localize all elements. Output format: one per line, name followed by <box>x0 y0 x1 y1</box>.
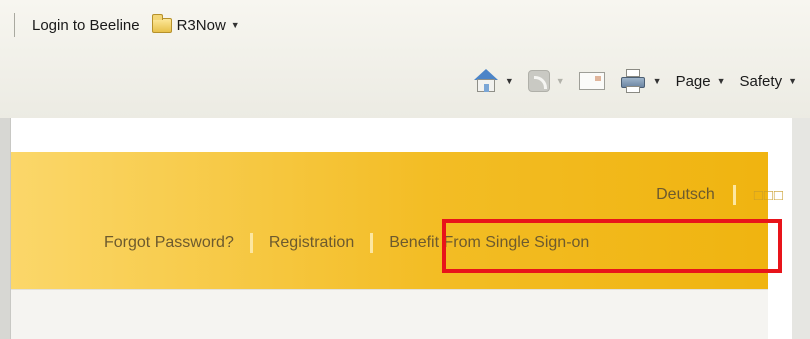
divider <box>732 185 736 205</box>
language-switcher: Deutsch □□□ <box>656 185 784 205</box>
favorite-label: Login to Beeline <box>32 16 140 34</box>
page-menu-label: Page <box>675 72 711 90</box>
print-button[interactable]: ▼ <box>612 66 669 96</box>
language-link-deutsch[interactable]: Deutsch <box>656 186 715 204</box>
favorites-separator <box>14 13 18 37</box>
printer-icon <box>619 69 647 93</box>
content-area <box>11 289 768 339</box>
home-button[interactable]: ▼ <box>466 66 521 96</box>
read-mail-button[interactable] <box>572 66 612 96</box>
highlight-box <box>442 219 782 273</box>
favorite-login-to-beeline[interactable]: Login to Beeline <box>26 12 146 38</box>
rss-feed-icon <box>527 70 550 92</box>
favorites-bar: Login to Beeline R3Now ▼ <box>0 0 810 50</box>
chevron-down-icon[interactable]: ▼ <box>505 76 514 86</box>
forgot-password-link[interactable]: Forgot Password? <box>104 234 234 252</box>
browser-chrome: Login to Beeline R3Now ▼ ▼ ▼ ▼ Page ▼ Sa… <box>0 0 810 118</box>
page-top-area <box>11 118 793 152</box>
language-link-alternate[interactable]: □□□ <box>754 187 784 204</box>
divider <box>370 233 374 253</box>
chevron-down-icon[interactable]: ▼ <box>556 76 565 86</box>
favorite-folder-r3now[interactable]: R3Now ▼ <box>146 12 246 38</box>
chevron-down-icon: ▼ <box>788 76 797 86</box>
command-bar: ▼ ▼ ▼ Page ▼ Safety ▼ <box>466 58 810 104</box>
safety-menu-button[interactable]: Safety ▼ <box>733 66 804 96</box>
vertical-scrollbar[interactable] <box>792 118 810 339</box>
page-menu-button[interactable]: Page ▼ <box>669 66 733 96</box>
chevron-down-icon[interactable]: ▼ <box>653 76 662 86</box>
folder-icon <box>151 13 172 33</box>
divider <box>249 233 253 253</box>
favorite-label: R3Now <box>176 16 226 34</box>
home-icon <box>473 69 499 93</box>
chevron-down-icon: ▼ <box>230 20 240 30</box>
feeds-button[interactable]: ▼ <box>521 66 572 96</box>
registration-link[interactable]: Registration <box>269 234 354 252</box>
chevron-down-icon: ▼ <box>716 76 726 86</box>
safety-menu-label: Safety <box>739 72 783 90</box>
mail-icon <box>578 72 605 90</box>
